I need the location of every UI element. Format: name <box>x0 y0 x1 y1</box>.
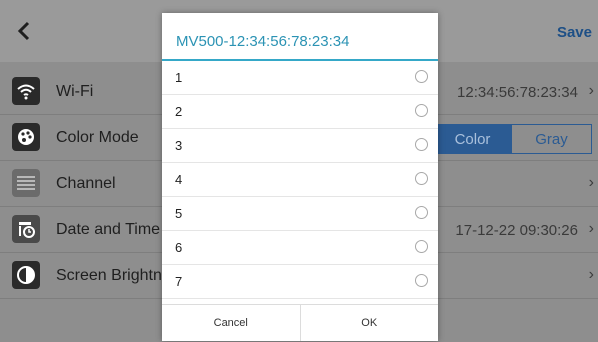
dialog-option[interactable]: 3 <box>162 129 438 163</box>
setting-label: Date and Time <box>56 221 161 238</box>
chevron-right-icon: › <box>588 220 594 237</box>
dialog-option[interactable]: 1 <box>162 61 438 95</box>
gray-option[interactable]: Gray <box>512 125 591 153</box>
color-option[interactable]: Color <box>433 125 512 153</box>
color-mode-toggle: Color Gray <box>432 124 592 154</box>
dialog-option[interactable]: 7 <box>162 265 438 299</box>
dialog-title: MV500-12:34:56:78:23:34 <box>162 13 438 61</box>
palette-icon <box>12 123 40 151</box>
setting-value: 17-12-22 09:30:26 <box>455 222 578 239</box>
radio-button[interactable] <box>415 274 428 287</box>
option-label: 4 <box>175 172 183 187</box>
radio-button[interactable] <box>415 172 428 185</box>
channel-select-dialog: MV500-12:34:56:78:23:34 1 2 3 4 5 6 7 Ca… <box>162 13 438 341</box>
setting-value: 12:34:56:78:23:34 <box>457 84 578 101</box>
option-label: 1 <box>175 70 183 85</box>
chevron-right-icon: › <box>588 82 594 99</box>
setting-label: Wi-Fi <box>56 83 94 100</box>
setting-label: Channel <box>56 175 116 192</box>
option-label: 5 <box>175 206 183 221</box>
wifi-icon <box>12 77 40 105</box>
option-label: 7 <box>175 274 183 289</box>
dialog-option[interactable]: 6 <box>162 231 438 265</box>
save-button[interactable]: Save <box>557 24 592 41</box>
radio-button[interactable] <box>415 104 428 117</box>
setting-label: Color Mode <box>56 129 139 146</box>
ok-button[interactable]: OK <box>301 305 439 341</box>
option-label: 2 <box>175 104 183 119</box>
brightness-icon <box>12 261 40 289</box>
chevron-right-icon: › <box>588 174 594 191</box>
chevron-right-icon: › <box>588 266 594 283</box>
back-icon[interactable] <box>12 18 38 44</box>
dialog-option[interactable]: 4 <box>162 163 438 197</box>
radio-button[interactable] <box>415 70 428 83</box>
cancel-button[interactable]: Cancel <box>162 305 301 341</box>
dialog-option[interactable]: 2 <box>162 95 438 129</box>
dialog-option[interactable]: 5 <box>162 197 438 231</box>
radio-button[interactable] <box>415 240 428 253</box>
channel-icon <box>12 169 40 197</box>
dialog-button-bar: Cancel OK <box>162 304 438 341</box>
option-label: 6 <box>175 240 183 255</box>
radio-button[interactable] <box>415 138 428 151</box>
radio-button[interactable] <box>415 206 428 219</box>
calendar-clock-icon <box>12 215 40 243</box>
option-label: 3 <box>175 138 183 153</box>
